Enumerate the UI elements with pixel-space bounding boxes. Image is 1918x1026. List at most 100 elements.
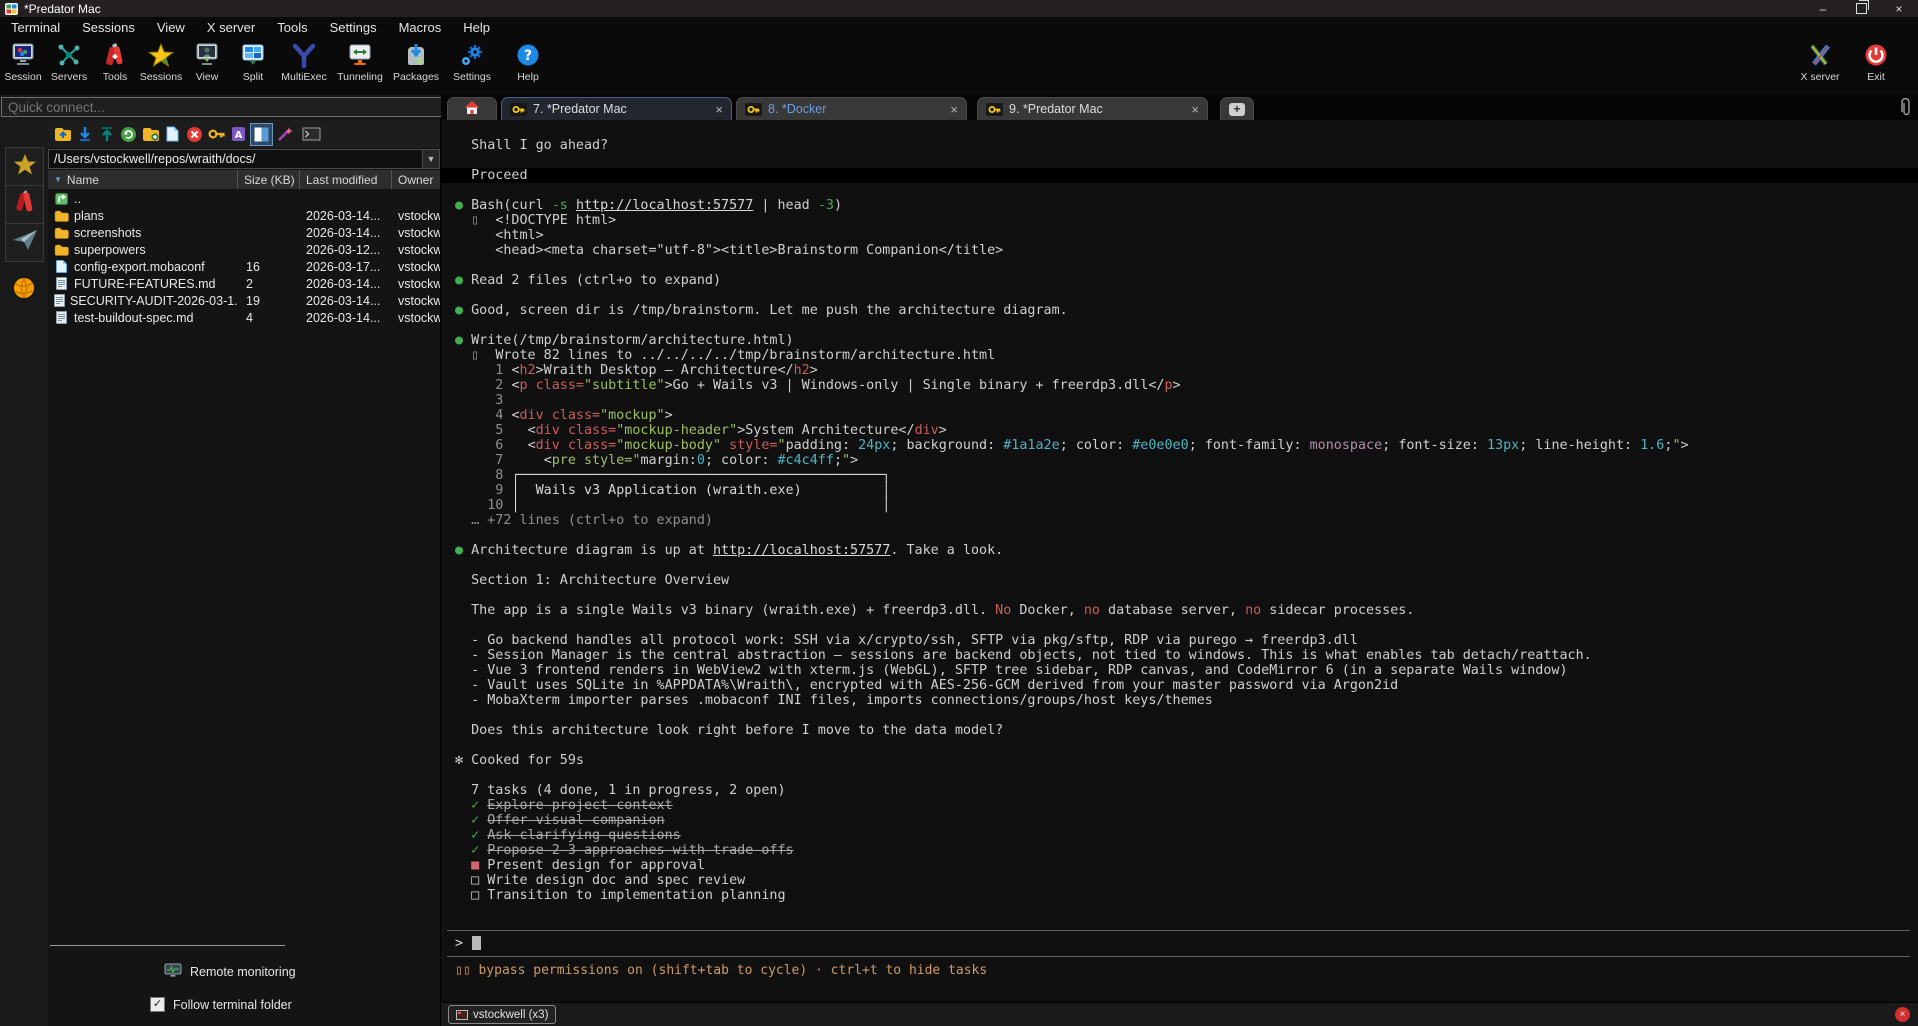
toolbar-split-label: Split bbox=[243, 71, 263, 83]
star-icon bbox=[13, 152, 37, 181]
file-row[interactable]: SECURITY-AUDIT-2026-03-1...192026-03-14.… bbox=[48, 292, 440, 309]
terminal-line: Section 1: Architecture Overview bbox=[455, 573, 1910, 588]
toolbar-exit-button[interactable]: Exit bbox=[1848, 37, 1904, 83]
toolbar-settings-button[interactable]: Settings bbox=[444, 37, 500, 83]
menu-macros[interactable]: Macros bbox=[388, 17, 453, 37]
session-chip[interactable]: vstockwell (x3) bbox=[448, 1005, 556, 1024]
terminal-prompt-row[interactable]: > bbox=[455, 935, 481, 951]
md-icon bbox=[54, 311, 69, 324]
checkbox-checked-icon[interactable]: ✓ bbox=[150, 997, 165, 1012]
file-owner-cell: vstockw bbox=[392, 260, 440, 274]
toolbar-sessions-button[interactable]: Sessions bbox=[138, 37, 184, 83]
split-view-icon[interactable] bbox=[250, 123, 273, 146]
file-name-cell: test-buildout-spec.md bbox=[48, 311, 238, 325]
toolbar-packages-button[interactable]: Packages bbox=[388, 37, 444, 83]
home-icon bbox=[464, 100, 480, 118]
menu-view[interactable]: View bbox=[146, 17, 196, 37]
file-row[interactable]: test-buildout-spec.md42026-03-14...vstoc… bbox=[48, 309, 440, 326]
text-editor-icon[interactable]: A bbox=[228, 124, 249, 145]
tab-close-icon[interactable]: × bbox=[950, 102, 958, 117]
menu-help[interactable]: Help bbox=[452, 17, 501, 37]
upload-icon[interactable] bbox=[96, 124, 117, 145]
svg-text:A: A bbox=[235, 130, 243, 141]
close-button[interactable]: × bbox=[1880, 0, 1918, 17]
toolbar-tools-button[interactable]: Tools bbox=[92, 37, 138, 83]
tab-close-icon[interactable]: × bbox=[715, 102, 723, 117]
terminal-line bbox=[455, 618, 1910, 633]
send-plane-button[interactable] bbox=[5, 223, 44, 262]
terminal-line: ✻ Cooked for 59s bbox=[455, 753, 1910, 768]
toolbar-split-button[interactable]: Split bbox=[230, 37, 276, 83]
menu-xserver[interactable]: X server bbox=[196, 17, 266, 37]
macros-knife-button[interactable] bbox=[5, 185, 44, 224]
sessions-star-icon bbox=[148, 42, 174, 68]
menu-tools[interactable]: Tools bbox=[266, 17, 318, 37]
terminal-line: 4 <div class="mockup"> bbox=[455, 408, 1910, 423]
toolbar-view-button[interactable]: View bbox=[184, 37, 230, 83]
restore-button[interactable] bbox=[1842, 0, 1880, 17]
path-bar[interactable]: /Users/vstockwell/repos/wraith/docs/ ▼ bbox=[48, 149, 440, 169]
new-tab-button[interactable]: + bbox=[1220, 97, 1254, 120]
ssh-key-icon bbox=[510, 103, 527, 116]
terminal-line bbox=[455, 318, 1910, 333]
toolbar-xserver-button[interactable]: X server bbox=[1792, 37, 1848, 83]
file-row[interactable]: FUTURE-FEATURES.md22026-03-14...vstockw bbox=[48, 275, 440, 292]
servers-icon bbox=[56, 42, 82, 68]
folder-icon bbox=[54, 210, 69, 222]
quick-connect-input[interactable] bbox=[1, 97, 445, 117]
remote-monitoring-button[interactable]: Remote monitoring bbox=[164, 963, 296, 981]
follow-terminal-folder-toggle[interactable]: ✓ Follow terminal folder bbox=[150, 997, 292, 1012]
column-header-size[interactable]: Size (KB) bbox=[238, 170, 300, 189]
multiexec-icon bbox=[291, 42, 317, 68]
tab-home[interactable] bbox=[447, 97, 497, 120]
tab-session-9[interactable]: 9. *Predator Mac × bbox=[977, 97, 1208, 120]
new-file-icon[interactable] bbox=[162, 124, 183, 145]
download-icon[interactable] bbox=[74, 124, 95, 145]
go-up-folder-icon[interactable] bbox=[52, 124, 73, 145]
terminal-line: <html> bbox=[455, 228, 1910, 243]
terminal-cursor bbox=[472, 936, 481, 950]
terminal-line: ▯ Wrote 82 lines to ../../../../tmp/brai… bbox=[455, 348, 1910, 363]
file-row[interactable]: .. bbox=[48, 190, 440, 207]
prompt-chevron: > bbox=[455, 936, 463, 951]
tab-session-8[interactable]: 8. *Docker × bbox=[736, 97, 967, 120]
titlebar: *Predator Mac – × bbox=[0, 0, 1918, 17]
magic-wand-icon[interactable] bbox=[274, 124, 295, 145]
tab-close-icon[interactable]: × bbox=[1191, 102, 1199, 117]
minimize-button[interactable]: – bbox=[1804, 0, 1842, 17]
refresh-icon[interactable] bbox=[118, 124, 139, 145]
file-name-cell: screenshots bbox=[48, 226, 238, 240]
terminal-line: … +72 lines (ctrl+o to expand) bbox=[455, 513, 1910, 528]
tab-session-7[interactable]: 7. *Predator Mac × bbox=[501, 97, 732, 120]
new-folder-icon[interactable] bbox=[140, 124, 161, 145]
column-header-name[interactable]: ▼Name bbox=[48, 170, 238, 189]
path-dropdown-button[interactable]: ▼ bbox=[422, 150, 439, 168]
menu-terminal[interactable]: Terminal bbox=[0, 17, 71, 37]
file-row[interactable]: superpowers2026-03-12...vstockw bbox=[48, 241, 440, 258]
toolbar-session-button[interactable]: Session bbox=[0, 37, 46, 83]
toolbar-tunneling-button[interactable]: Tunneling bbox=[332, 37, 388, 83]
app-window: *Predator Mac – × Terminal Sessions View… bbox=[0, 0, 1918, 1026]
menu-sessions[interactable]: Sessions bbox=[71, 17, 146, 37]
mini-terminal-icon[interactable] bbox=[301, 124, 322, 145]
toolbar-help-button[interactable]: ? Help bbox=[500, 37, 556, 83]
column-header-owner[interactable]: Owner bbox=[392, 170, 440, 189]
close-session-button[interactable]: × bbox=[1895, 1007, 1910, 1022]
file-row[interactable]: screenshots2026-03-14...vstockw bbox=[48, 224, 440, 241]
column-header-modified[interactable]: Last modified bbox=[300, 170, 392, 189]
globe-button[interactable] bbox=[5, 272, 42, 309]
toolbar: Session Servers Tools Sessions View Spli… bbox=[0, 37, 1918, 95]
terminal-zone: 7. *Predator Mac × 8. *Docker × 9. *Pred… bbox=[441, 95, 1918, 1026]
file-modified-cell: 2026-03-14... bbox=[300, 311, 392, 325]
file-row[interactable]: plans2026-03-14...vstockw bbox=[48, 207, 440, 224]
file-row[interactable]: config-export.mobaconf162026-03-17...vst… bbox=[48, 258, 440, 275]
favorites-star-button[interactable] bbox=[5, 147, 44, 186]
delete-icon[interactable] bbox=[184, 124, 205, 145]
toolbar-servers-button[interactable]: Servers bbox=[46, 37, 92, 83]
terminal-line: 6 <div class="mockup-body" style="paddin… bbox=[455, 438, 1910, 453]
menu-settings[interactable]: Settings bbox=[319, 17, 388, 37]
session-chip-label: vstockwell (x3) bbox=[473, 1009, 548, 1021]
toolbar-multiexec-button[interactable]: MultiExec bbox=[276, 37, 332, 83]
key-icon[interactable] bbox=[206, 124, 227, 145]
permissions-hint: ▯▯ bypass permissions on (shift+tab to c… bbox=[455, 963, 987, 978]
